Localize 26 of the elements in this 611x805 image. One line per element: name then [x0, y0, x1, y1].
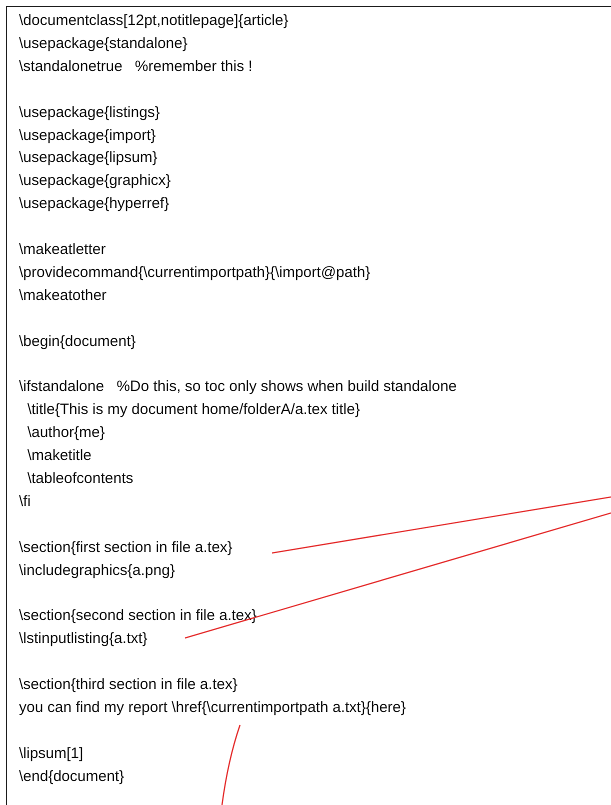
code-line: \providecommand{\currentimportpath}{\import@path} [19, 262, 370, 283]
code-line: \usepackage{import} [19, 126, 156, 146]
code-line: \documentclass[12pt,notitlepage]{article} [19, 11, 288, 31]
code-line: \title{This is my document home/folderA/a.tex title} [26, 400, 360, 420]
code-line: \end{document} [19, 766, 124, 787]
code-line: \usepackage{standalone} [19, 34, 188, 54]
code-line: \makeatother [19, 286, 107, 306]
code-line: \usepackage{listings} [19, 102, 160, 123]
code-line: \maketitle [26, 446, 92, 466]
code-line: \lipsum[1] [19, 744, 84, 764]
code-line: \lstinputlisting{a.txt} [19, 629, 148, 650]
code-line: \ifstandalone %Do this, so toc only shows when build standalone [19, 377, 457, 398]
code-line: \makeatletter [19, 240, 106, 260]
code-line: \section{third section in file a.tex} [19, 675, 238, 696]
code-line: \usepackage{graphicx} [19, 171, 171, 192]
code-line: \usepackage{hyperref} [19, 194, 170, 214]
code-line: \fi [19, 492, 31, 512]
code-line: \begin{document} [19, 332, 136, 352]
code-line: \section{second section in file a.tex} [19, 606, 257, 626]
code-line: \standalonetrue %remember this ! [19, 56, 252, 77]
code-line: \section{first section in file a.tex} [19, 538, 232, 558]
code-line: \usepackage{lipsum} [19, 148, 158, 168]
code-line: you can find my report \href{\currentimportpath a.txt}{here} [19, 698, 406, 718]
code-line: \tableofcontents [26, 469, 134, 490]
code-line: \author{me} [26, 423, 105, 444]
code-line: \includegraphics{a.png} [19, 560, 175, 581]
